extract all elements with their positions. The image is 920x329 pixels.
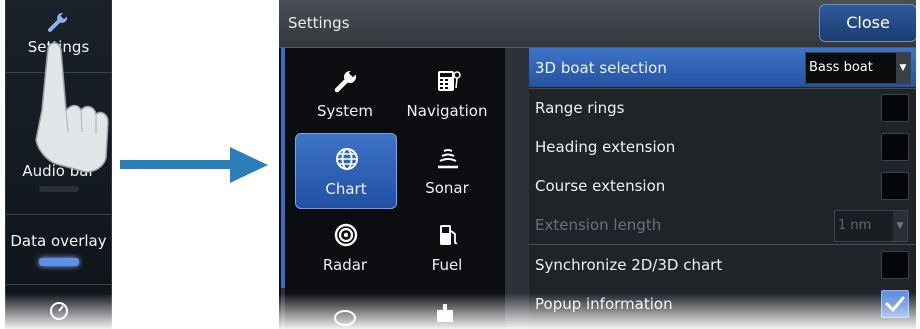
title-bar: Settings Close	[279, 0, 916, 48]
category-fuel[interactable]: Fuel	[397, 210, 497, 284]
settings-window: Settings Close System Navigation Chart S…	[279, 0, 916, 329]
category-radar[interactable]: Radar	[295, 210, 395, 284]
pointing-hand-icon	[35, 42, 109, 173]
option-label: 3D boat selection	[535, 59, 667, 77]
close-button[interactable]: Close	[819, 4, 916, 42]
category-label: Fuel	[431, 256, 463, 274]
options-scrollbar[interactable]	[505, 48, 529, 329]
window-title: Settings	[288, 14, 350, 32]
calculator-icon	[438, 71, 461, 91]
chevron-down-icon: ▼	[896, 53, 910, 83]
category-label: Chart	[325, 180, 367, 198]
option-extension-length: Extension length 1 nm ▼	[529, 205, 916, 244]
radar-icon	[334, 223, 358, 247]
globe-icon	[336, 148, 358, 170]
synchronize-chart-checkbox[interactable]	[881, 251, 909, 279]
partial-category-icon	[334, 310, 356, 326]
option-label: Course extension	[535, 177, 666, 195]
popup-information-checkbox[interactable]	[881, 290, 909, 318]
course-extension-checkbox[interactable]	[881, 172, 909, 200]
options-pane: 3D boat selection Bass boat ▼ Range ring…	[505, 48, 916, 329]
fuel-pump-icon	[440, 225, 458, 245]
heading-extension-checkbox[interactable]	[881, 133, 909, 161]
category-chart[interactable]: Chart	[295, 133, 397, 209]
audio-bar-toggle[interactable]	[39, 186, 79, 192]
right-arrow-icon	[120, 147, 268, 183]
option-label: Synchronize 2D/3D chart	[535, 256, 723, 274]
option-synchronize-2d-3d-chart[interactable]: Synchronize 2D/3D chart	[529, 245, 916, 284]
data-overlay-label: Data overlay	[10, 232, 107, 250]
partial-category-icon	[437, 304, 453, 322]
checkmark-icon	[885, 296, 905, 312]
category-sonar[interactable]: Sonar	[397, 133, 497, 207]
category-pane: System Navigation Chart Sonar Radar Fuel	[279, 48, 505, 329]
divider	[6, 284, 111, 285]
wrench-icon	[48, 11, 69, 32]
wrench-icon	[334, 68, 358, 93]
category-label: Radar	[322, 256, 368, 274]
data-overlay-toggle[interactable]	[39, 258, 79, 266]
category-navigation[interactable]: Navigation	[397, 56, 497, 130]
category-system[interactable]: System	[295, 56, 395, 130]
select-value: Bass boat	[809, 60, 873, 75]
option-course-extension[interactable]: Course extension	[529, 166, 916, 205]
option-range-rings[interactable]: Range rings	[529, 88, 916, 127]
range-rings-checkbox[interactable]	[881, 94, 909, 122]
chevron-down-icon: ▼	[893, 211, 907, 241]
option-label: Heading extension	[535, 138, 676, 156]
extension-length-select: 1 nm ▼	[834, 210, 908, 242]
divider	[6, 214, 111, 215]
sonar-icon	[438, 149, 458, 169]
option-label: Extension length	[535, 216, 662, 234]
boat-select[interactable]: Bass boat ▼	[805, 52, 911, 84]
select-value: 1 nm	[838, 218, 872, 233]
option-heading-extension[interactable]: Heading extension	[529, 127, 916, 166]
category-label: System	[317, 102, 373, 120]
category-label: Sonar	[425, 179, 469, 197]
category-label: Navigation	[406, 102, 488, 120]
gauge-icon	[50, 302, 68, 320]
option-label: Popup information	[535, 295, 673, 313]
option-popup-information[interactable]: Popup information	[529, 284, 916, 323]
option-3d-boat-selection[interactable]: 3D boat selection Bass boat ▼	[529, 48, 916, 87]
option-label: Range rings	[535, 99, 625, 117]
category-scroll-thumb[interactable]	[281, 48, 285, 288]
